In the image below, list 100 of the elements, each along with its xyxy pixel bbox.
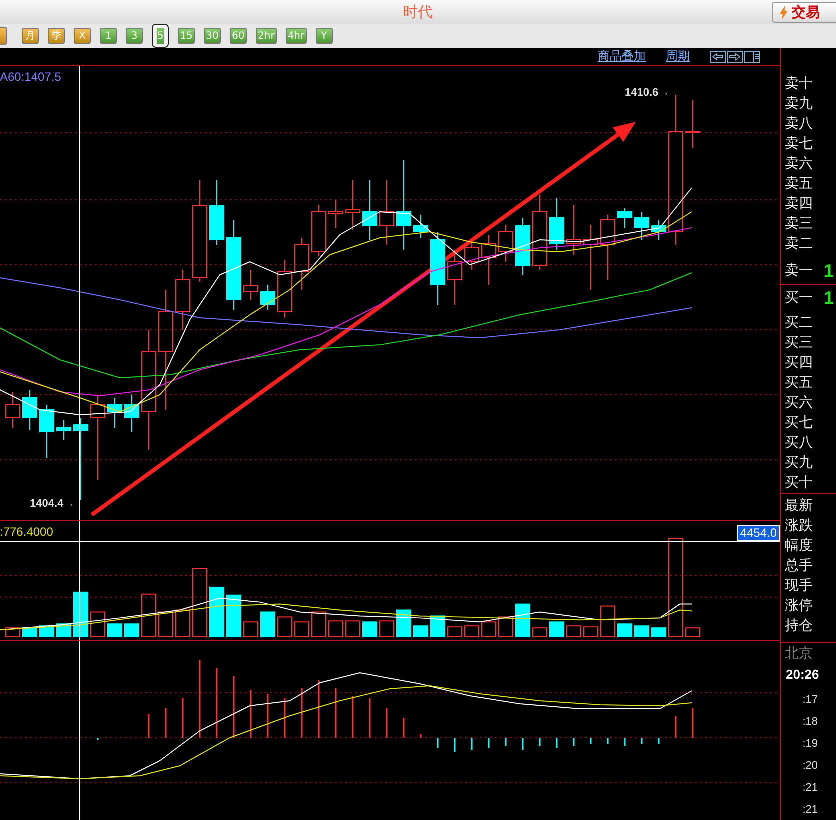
period-button[interactable]: Y xyxy=(316,28,333,44)
volume-bar xyxy=(516,604,530,638)
candlestick xyxy=(550,198,564,250)
volume-bar xyxy=(566,626,582,638)
quote-label: 卖八 xyxy=(785,115,813,133)
candlestick xyxy=(600,214,616,280)
quote-label: 卖四 xyxy=(785,195,813,213)
period-button[interactable]: 3 xyxy=(126,28,143,44)
time-tick: :18 xyxy=(802,715,819,730)
candlestick xyxy=(362,180,378,240)
candlestick xyxy=(380,180,394,246)
time-tick: :21 xyxy=(802,781,819,796)
period-button[interactable]: 1 xyxy=(100,28,117,44)
quote-label: 买六 xyxy=(785,394,813,412)
candlestick xyxy=(278,260,292,318)
candlestick xyxy=(108,398,122,428)
volume-bar xyxy=(362,622,378,638)
period-button[interactable]: 5 xyxy=(152,24,169,48)
quote-label: 幅度 xyxy=(785,537,813,555)
volume-bar xyxy=(600,606,616,638)
quote-label: 卖九 xyxy=(785,95,813,113)
lightning-icon xyxy=(779,6,789,20)
period-button[interactable]: 60 xyxy=(230,28,247,44)
quote-label: 买五 xyxy=(785,374,813,392)
time-tick: :20 xyxy=(802,759,819,774)
right-arrow-icon[interactable] xyxy=(727,50,743,62)
quote-label: 涨停 xyxy=(785,597,813,615)
volume-bar xyxy=(414,626,428,638)
volume-bar xyxy=(448,626,462,638)
volume-bar xyxy=(22,628,38,638)
quote-label: 卖五 xyxy=(785,175,813,193)
period-button[interactable]: 季 xyxy=(48,28,65,44)
candlestick xyxy=(464,240,480,270)
volume-bar xyxy=(108,624,122,638)
volume-bar xyxy=(192,568,208,638)
period-button[interactable]: 15 xyxy=(178,28,195,44)
candlestick xyxy=(498,224,514,262)
time-tick: :17 xyxy=(802,693,819,708)
candlestick xyxy=(414,214,428,238)
quote-label: 现手 xyxy=(785,577,813,595)
header-link[interactable]: 周期 xyxy=(666,48,690,65)
quote-label: 涨跌 xyxy=(785,517,813,535)
header-link[interactable]: 商品叠加 xyxy=(598,48,646,65)
volume-bar xyxy=(464,626,480,638)
volume-bar xyxy=(260,612,276,638)
volume-bar xyxy=(90,612,106,638)
volume-bar xyxy=(142,594,156,638)
period-button[interactable]: 月 xyxy=(22,28,39,44)
period-button[interactable]: 4hr xyxy=(286,28,307,44)
current-volume-label: 4454.0 xyxy=(737,525,780,541)
candlestick xyxy=(312,204,326,256)
candlestick xyxy=(56,420,72,440)
trade-button[interactable]: 交易 xyxy=(772,2,836,23)
period-button[interactable]: 2hr xyxy=(256,28,277,44)
candlestick xyxy=(566,204,582,256)
time-tick: :19 xyxy=(802,737,819,752)
quote-label: 卖七 xyxy=(785,135,813,153)
time-label: 20:26 xyxy=(785,667,820,684)
left-arrow-icon[interactable] xyxy=(710,50,726,62)
candlestick xyxy=(328,200,344,228)
volume-label: :776.4000 xyxy=(0,525,54,539)
volume-bar xyxy=(278,616,292,638)
volume-bar xyxy=(584,626,598,638)
quote-label: 卖三 xyxy=(785,215,813,233)
candlestick xyxy=(260,284,276,310)
quote-label: 买九 xyxy=(785,454,813,472)
candlestick xyxy=(6,392,20,428)
candlestick xyxy=(244,270,258,300)
candlestick xyxy=(294,238,310,290)
period-button[interactable]: X xyxy=(74,28,91,44)
quote-label: 持仓 xyxy=(785,617,813,635)
quote-label: 卖十 xyxy=(785,75,813,93)
volume-bar xyxy=(176,610,190,638)
volume-bar xyxy=(652,628,666,638)
volume-bar xyxy=(328,620,344,638)
candlestick xyxy=(618,208,632,228)
candlestick xyxy=(482,234,496,286)
candlestick xyxy=(634,212,650,240)
quote-label: 买二 xyxy=(785,314,813,332)
panel-icon[interactable] xyxy=(744,50,760,62)
volume-bar xyxy=(74,592,88,638)
candlestick xyxy=(652,220,666,240)
candlestick xyxy=(516,218,530,276)
period-button[interactable] xyxy=(0,27,7,45)
candlestick xyxy=(448,250,462,306)
volume-bar xyxy=(312,612,326,638)
quote-label: 买三 xyxy=(785,334,813,352)
volume-bar xyxy=(686,628,700,638)
volume-bar xyxy=(634,626,650,638)
volume-bar xyxy=(430,616,446,638)
candlestick xyxy=(686,100,700,148)
candlestick xyxy=(22,390,38,430)
moving-average-label: A60:1407.5 xyxy=(0,70,62,84)
period-button[interactable]: 30 xyxy=(204,28,221,44)
candlestick xyxy=(176,270,190,330)
volume-bar xyxy=(498,616,514,638)
quote-label: 买七 xyxy=(785,414,813,432)
volume-bar xyxy=(124,624,140,638)
volume-bar xyxy=(532,628,548,638)
volume-bar xyxy=(618,624,632,638)
